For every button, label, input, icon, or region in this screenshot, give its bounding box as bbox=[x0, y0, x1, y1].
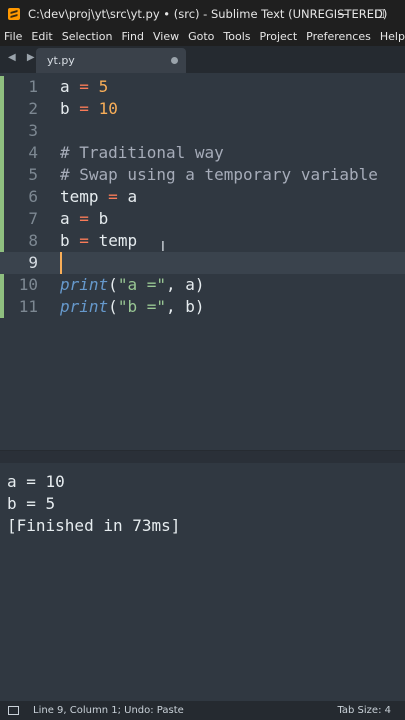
panel-toggle-icon[interactable] bbox=[8, 706, 19, 715]
code-token: = bbox=[108, 187, 118, 206]
code-line-9[interactable]: 9 bbox=[0, 252, 405, 274]
output-line: b = 5 bbox=[7, 494, 56, 513]
code-token: "a =" bbox=[117, 275, 166, 294]
line-number[interactable]: 7 bbox=[0, 208, 38, 230]
line-number[interactable]: 6 bbox=[0, 186, 38, 208]
code-editor[interactable]: I 1a = 52b = 10 3 4 # Traditional way 5 # Swa… bbox=[0, 73, 405, 450]
menu-file[interactable]: File bbox=[0, 30, 27, 43]
code-token: temp bbox=[60, 187, 99, 206]
code-token: = bbox=[79, 99, 89, 118]
code-token: print bbox=[60, 275, 109, 294]
menu-view[interactable]: View bbox=[149, 30, 184, 43]
tab-label: yt.py bbox=[47, 54, 75, 67]
panel-divider[interactable] bbox=[0, 450, 405, 464]
code-token: a bbox=[60, 77, 70, 96]
code-token: b bbox=[60, 99, 70, 118]
unsaved-dot-icon[interactable] bbox=[171, 57, 178, 64]
line-number[interactable]: 4 bbox=[0, 142, 38, 164]
tab-navigation-arrows[interactable]: ◀ ▶ bbox=[8, 52, 39, 63]
code-token: a bbox=[127, 187, 138, 206]
code-token: ( bbox=[108, 297, 118, 316]
code-line-10[interactable]: 10 print("a =", a) bbox=[0, 274, 405, 296]
code-token: , a) bbox=[165, 275, 205, 294]
code-token: b bbox=[60, 231, 70, 250]
line-number[interactable]: 2 bbox=[0, 98, 38, 120]
status-bar: Line 9, Column 1; Undo: Paste Tab Size: … bbox=[0, 701, 405, 720]
sublime-text-icon bbox=[8, 7, 20, 20]
cursor-position: Line 9, Column 1; Undo: Paste bbox=[33, 705, 184, 716]
code-text[interactable]: print("b =", b) bbox=[60, 296, 205, 318]
text-caret bbox=[60, 252, 62, 274]
menu-edit[interactable]: Edit bbox=[27, 30, 57, 43]
line-number[interactable]: 9 bbox=[0, 252, 38, 274]
output-line: [Finished in 73ms] bbox=[7, 516, 181, 535]
code-token: = bbox=[79, 77, 89, 96]
code-text[interactable]: b = 10 bbox=[60, 98, 118, 120]
line-number[interactable]: 10 bbox=[0, 274, 38, 296]
minimize-button[interactable]: — bbox=[328, 0, 358, 27]
menu-selection[interactable]: Selection bbox=[58, 30, 118, 43]
maximize-button[interactable]: ☐ bbox=[365, 0, 395, 27]
code-text[interactable]: temp = a bbox=[60, 186, 137, 208]
code-line-5[interactable]: 5 # Swap using a temporary variable bbox=[0, 164, 405, 186]
code-token: 5 bbox=[98, 77, 109, 96]
tab-bar: ◀ ▶ yt.py bbox=[0, 46, 405, 73]
minimize-icon: — bbox=[337, 6, 349, 21]
code-token: a bbox=[60, 209, 70, 228]
code-token: = bbox=[79, 209, 89, 228]
code-text[interactable]: # Swap using a temporary variable bbox=[60, 164, 378, 186]
code-text[interactable]: b = temp bbox=[60, 230, 137, 252]
tab-yt-py[interactable]: yt.py bbox=[36, 48, 186, 73]
code-token: b bbox=[98, 209, 109, 228]
menu-goto[interactable]: Goto bbox=[184, 30, 219, 43]
code-token: = bbox=[79, 231, 89, 250]
line-number[interactable]: 1 bbox=[0, 76, 38, 98]
code-line-3[interactable]: 3 bbox=[0, 120, 405, 142]
code-line-7[interactable]: 7 a = b bbox=[0, 208, 405, 230]
build-output-panel[interactable]: a = 10 b = 5 [Finished in 73ms] bbox=[0, 463, 405, 701]
code-token: print bbox=[60, 297, 109, 316]
code-token: ( bbox=[108, 275, 118, 294]
menu-tools[interactable]: Tools bbox=[219, 30, 255, 43]
line-number[interactable]: 11 bbox=[0, 296, 38, 318]
code-line-11[interactable]: 11 print("b =", b) bbox=[0, 296, 405, 318]
code-line-1[interactable]: 1 a = 5 bbox=[0, 76, 405, 98]
code-line-2[interactable]: 2 b = 10 bbox=[0, 98, 405, 120]
code-token: temp bbox=[98, 231, 138, 250]
line-number[interactable]: 8 bbox=[0, 230, 38, 252]
menu-project[interactable]: Project bbox=[256, 30, 303, 43]
code-token: # Swap using a temporary variable bbox=[60, 165, 378, 184]
tab-size-selector[interactable]: Tab Size: 4 bbox=[337, 705, 391, 716]
code-token: , b) bbox=[165, 297, 205, 316]
menu-find[interactable]: Find bbox=[117, 30, 149, 43]
menu-preferences[interactable]: Preferences bbox=[302, 30, 376, 43]
code-line-8[interactable]: 8 b = temp bbox=[0, 230, 405, 252]
menu-bar: File Edit Selection Find View Goto Tools Projec… bbox=[0, 27, 405, 46]
code-line-4[interactable]: 4 # Traditional way bbox=[0, 142, 405, 164]
code-text[interactable]: # Traditional way bbox=[60, 142, 224, 164]
code-token: # Traditional way bbox=[60, 143, 224, 162]
line-number[interactable]: 3 bbox=[0, 120, 38, 142]
menu-help[interactable]: Help bbox=[376, 30, 405, 43]
code-token: 10 bbox=[98, 99, 118, 118]
code-text[interactable]: a = b bbox=[60, 208, 108, 230]
code-text[interactable]: print("a =", a) bbox=[60, 274, 205, 296]
code-line-6[interactable]: 6 temp = a bbox=[0, 186, 405, 208]
line-number[interactable]: 5 bbox=[0, 164, 38, 186]
output-line: a = 10 bbox=[7, 472, 65, 491]
code-text[interactable]: a = 5 bbox=[60, 76, 108, 98]
code-token: "b =" bbox=[117, 297, 166, 316]
maximize-icon: ☐ bbox=[374, 6, 386, 21]
title-bar: C:\dev\proj\yt\src\yt.py • (src) - Subli… bbox=[0, 0, 405, 27]
